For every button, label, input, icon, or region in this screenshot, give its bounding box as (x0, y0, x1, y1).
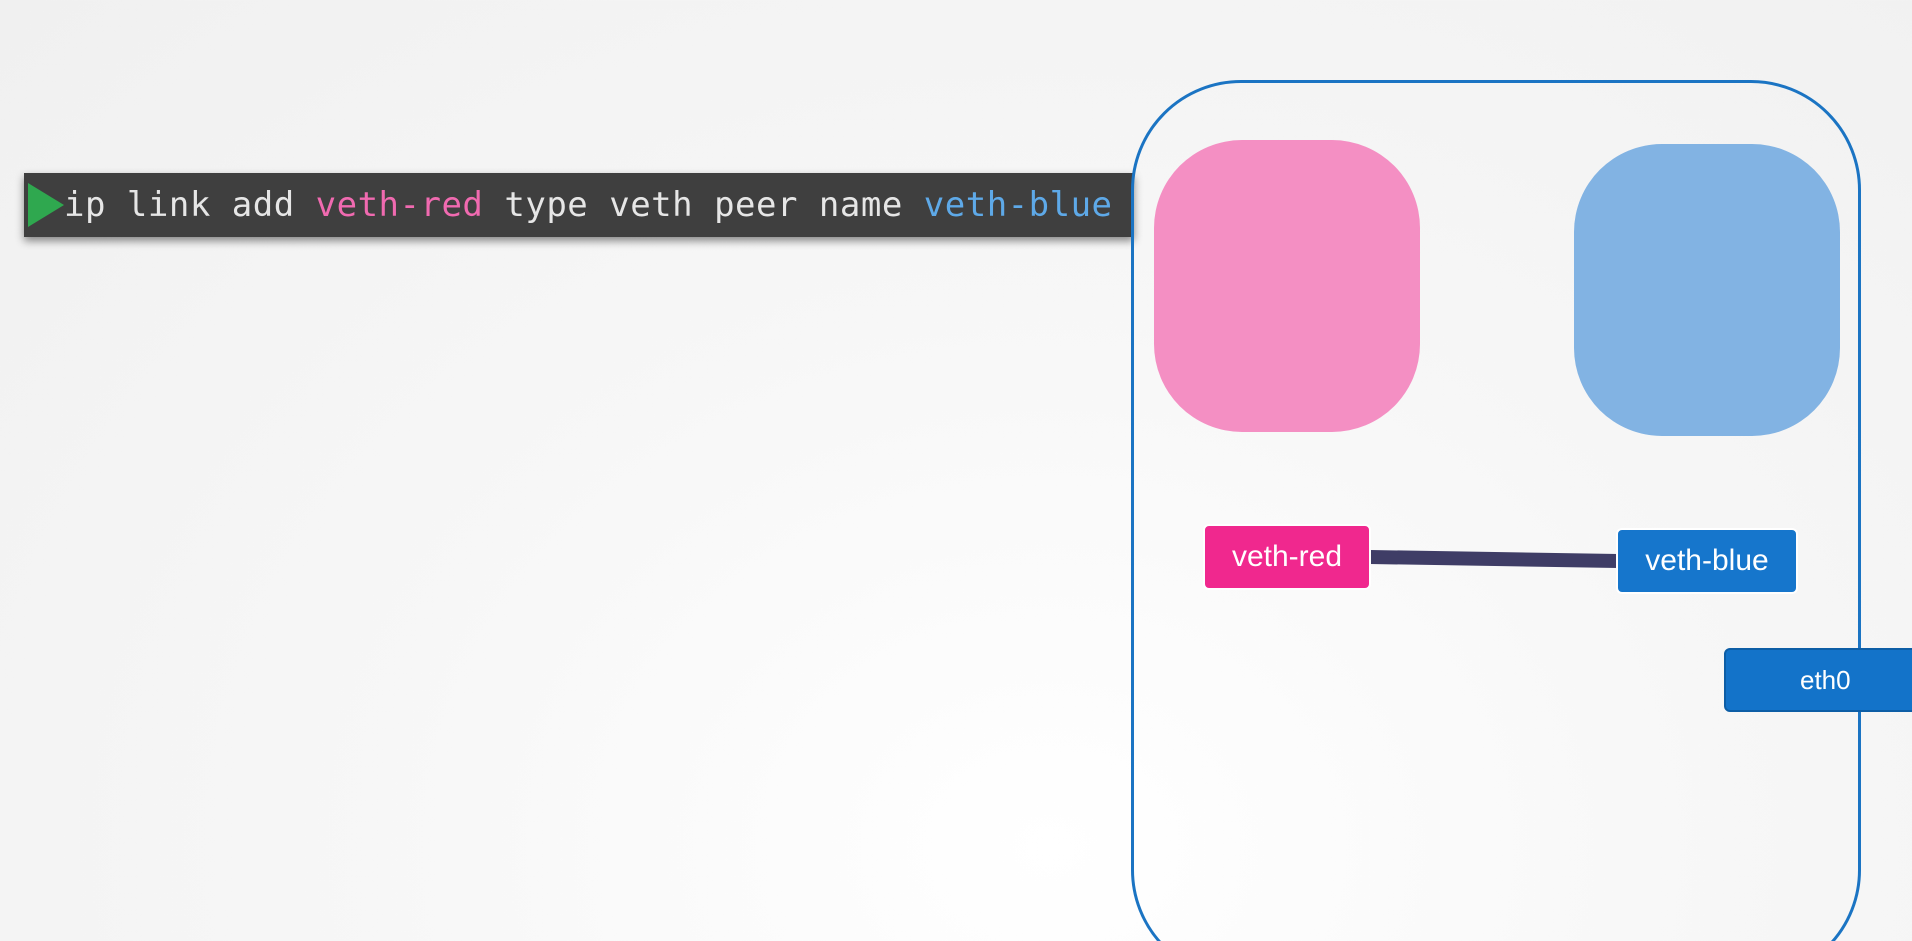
veth-blue-interface: veth-blue (1616, 528, 1798, 594)
veth-blue-label: veth-blue (1645, 544, 1769, 577)
command-part-2: type veth peer name (483, 185, 924, 225)
command-part-1: ip link add (64, 185, 316, 225)
command-text: ip link add veth-red type veth peer name… (64, 185, 1113, 225)
eth0-interface: eth0 (1724, 648, 1912, 712)
eth0-label: eth0 (1800, 664, 1851, 695)
veth-red-interface: veth-red (1203, 524, 1371, 590)
veth-red-label: veth-red (1231, 540, 1343, 573)
command-bar: ip link add veth-red type veth peer name… (24, 173, 1134, 237)
namespace-red (1154, 140, 1420, 432)
play-triangle-icon (28, 183, 64, 227)
namespace-blue (1574, 144, 1840, 436)
command-veth-red: veth-red (315, 185, 484, 225)
command-veth-blue: veth-blue (923, 185, 1113, 225)
